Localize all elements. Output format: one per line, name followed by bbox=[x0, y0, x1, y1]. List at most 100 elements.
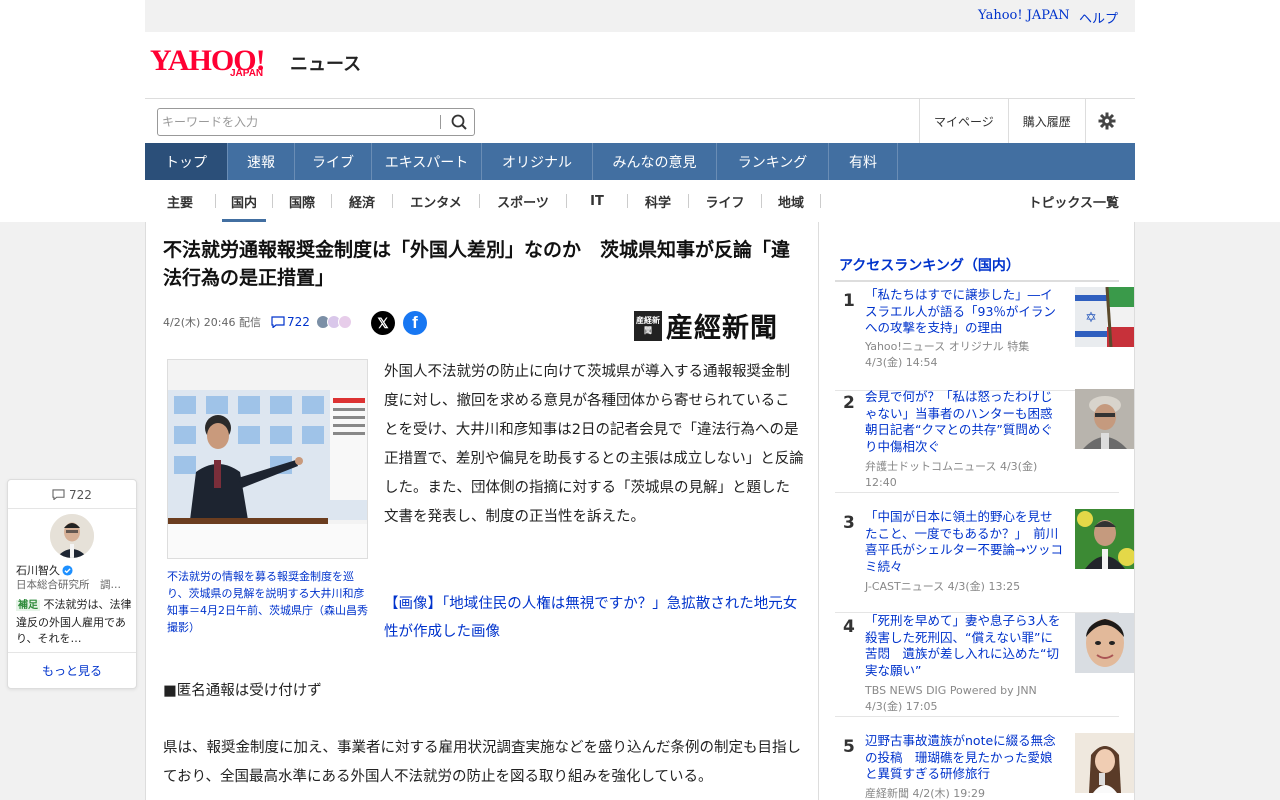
expert-name[interactable]: 石川智久 bbox=[16, 562, 73, 578]
publisher-name: 産經新聞 bbox=[666, 313, 778, 344]
expert-name-text: 石川智久 bbox=[16, 564, 60, 577]
cat-science[interactable]: 科学 bbox=[628, 180, 688, 222]
main-nav: トップ 速報 ライブ エキスパート オリジナル みんなの意見 ランキング 有料 bbox=[145, 143, 1135, 180]
settings-button[interactable] bbox=[1084, 99, 1129, 143]
expert-comment-count[interactable]: 722 bbox=[8, 488, 136, 502]
rank-source: TBS NEWS DIG Powered by JNN bbox=[865, 684, 1037, 697]
publisher-logo[interactable]: 産経新聞 産經新聞 bbox=[634, 306, 778, 345]
nav-original[interactable]: オリジナル bbox=[482, 143, 593, 180]
commenter-avatars bbox=[315, 315, 352, 329]
rank-thumbnail[interactable] bbox=[1075, 509, 1134, 569]
cat-entertainment[interactable]: エンタメ bbox=[393, 180, 479, 222]
verified-icon bbox=[62, 564, 73, 576]
cat-international[interactable]: 国際 bbox=[273, 180, 331, 222]
x-share-button[interactable]: 𝕏 bbox=[371, 311, 395, 335]
rank-time: 12:40 bbox=[865, 476, 897, 489]
rank-title[interactable]: 「死刑を早めて」妻や息子ら3人を殺害した死刑囚、“償えない罪”に苦悶 遺族が差し… bbox=[865, 613, 1063, 679]
rank-time: 4/3(金) 17:05 bbox=[865, 700, 938, 713]
rank-time: 4/3(金) 14:54 bbox=[865, 356, 938, 369]
expert-avatar-image bbox=[50, 514, 94, 558]
article-meta: 4/2(木) 20:46 配信 722 bbox=[163, 314, 352, 330]
nav-breaking[interactable]: 速報 bbox=[228, 143, 295, 180]
article: 不法就労通報報奨金制度は「外国人差別」なのか 茨城県知事が反論「違法行為の是正措… bbox=[145, 222, 819, 800]
facebook-share-button[interactable]: f bbox=[403, 311, 427, 335]
ranking-sidebar: アクセスランキング（国内） 1 「私たちはすでに譲歩した」―イスラエル人が語る「… bbox=[819, 222, 1135, 800]
help-link[interactable]: ヘルプ bbox=[1079, 8, 1118, 27]
ranking-item[interactable]: 1 「私たちはすでに譲歩した」―イスラエル人が語る「93％がイランへの攻撃を支持… bbox=[835, 287, 1134, 391]
cat-main[interactable]: 主要 bbox=[145, 180, 215, 222]
rank-thumbnail[interactable] bbox=[1075, 389, 1134, 449]
cat-local[interactable]: 地域 bbox=[762, 180, 820, 222]
search-button[interactable] bbox=[446, 111, 472, 133]
speaker-portrait-image bbox=[1075, 509, 1134, 569]
avatar[interactable] bbox=[50, 514, 94, 558]
yahoo-news-logo[interactable]: YAHOO! JAPAN ニュース bbox=[150, 46, 361, 80]
yahoo-logo-japan: JAPAN bbox=[230, 68, 264, 79]
article-title: 不法就労通報報奨金制度は「外国人差別」なのか 茨城県知事が反論「違法行為の是正措… bbox=[163, 239, 791, 289]
hunter-portrait-image bbox=[1075, 389, 1134, 449]
photo-caption[interactable]: 不法就労の情報を募る報奨金制度を巡り、茨城県の見解を説明する大井川和彦知事＝4月… bbox=[167, 568, 368, 636]
supplement-badge: 補足 bbox=[16, 600, 40, 611]
press-conference-image bbox=[168, 360, 367, 558]
comment-icon bbox=[271, 316, 285, 328]
rank-thumbnail[interactable] bbox=[1075, 733, 1134, 793]
expert-comment-card[interactable]: 722 石川智久 日本総合研究所 調… 補足 不法就労は、法律違反の外国人雇用で… bbox=[7, 479, 137, 689]
article-photo[interactable] bbox=[167, 359, 368, 559]
section-heading: ■匿名通報は受け付けず bbox=[163, 683, 322, 699]
ranking-divider bbox=[835, 280, 1119, 282]
ranking-title[interactable]: アクセスランキング（国内） bbox=[839, 255, 1020, 275]
nav-ranking[interactable]: ランキング bbox=[717, 143, 829, 180]
nav-top[interactable]: トップ bbox=[145, 143, 228, 180]
rank-source: Yahoo!ニュース オリジナル 特集 bbox=[865, 340, 1030, 353]
rank-thumbnail[interactable] bbox=[1075, 613, 1134, 673]
rank-number: 2 bbox=[843, 393, 855, 413]
rank-number: 4 bbox=[843, 617, 855, 637]
cat-divider bbox=[215, 194, 216, 208]
see-more-button[interactable]: もっと見る bbox=[8, 652, 136, 688]
svg-text:✡: ✡ bbox=[1085, 310, 1097, 326]
topics-list-link[interactable]: トピックス一覧 bbox=[1028, 180, 1119, 222]
ranking-item[interactable]: 4 「死刑を早めて」妻や息子ら3人を殺害した死刑囚、“償えない罪”に苦悶 遺族が… bbox=[835, 613, 1134, 717]
cat-it[interactable]: IT bbox=[567, 180, 627, 222]
account-links: マイページ 購入履歴 bbox=[919, 99, 1129, 143]
girl-portrait-image bbox=[1075, 733, 1134, 793]
facebook-icon: f bbox=[412, 313, 418, 332]
nav-opinions[interactable]: みんなの意見 bbox=[593, 143, 717, 180]
rank-number: 5 bbox=[843, 737, 855, 757]
utility-bar: Yahoo! JAPAN ヘルプ bbox=[145, 0, 1135, 32]
news-logo-text: ニュース bbox=[290, 54, 362, 75]
ranking-item[interactable]: 5 辺野古事故遺族がnoteに綴る無念の投稿 珊瑚礁を見たかった愛娘と異質すぎる… bbox=[835, 733, 1134, 800]
rank-title[interactable]: 「私たちはすでに譲歩した」―イスラエル人が語る「93％がイランへの攻撃を支持」の… bbox=[865, 287, 1063, 337]
flags-image: ✡ bbox=[1075, 287, 1134, 347]
rank-title[interactable]: 会見で何が？「私は怒ったわけじゃない」当事者のハンターも困惑 朝日記者“クマとの… bbox=[865, 389, 1063, 455]
nav-expert[interactable]: エキスパート bbox=[372, 143, 482, 180]
cat-economy[interactable]: 経済 bbox=[332, 180, 392, 222]
yahoo-japan-link[interactable]: Yahoo! JAPAN bbox=[978, 8, 1070, 23]
mypage-link[interactable]: マイページ bbox=[919, 99, 1008, 143]
search-row: マイページ 購入履歴 bbox=[145, 98, 1135, 143]
ranking-item[interactable]: 3 「中国が日本に領土的野心を見せたこと、一度でもあるか？」 前川喜平氏がシェル… bbox=[835, 509, 1134, 613]
x-icon: 𝕏 bbox=[377, 314, 389, 331]
search-box bbox=[157, 108, 475, 136]
rank-source: J-CASTニュース 4/3(金) 13:25 bbox=[865, 580, 1021, 593]
article-date: 4/2(木) 20:46 配信 bbox=[163, 316, 261, 329]
rank-title[interactable]: 「中国が日本に領土的野心を見せたこと、一度でもあるか？」 前川喜平氏がシェルター… bbox=[865, 509, 1063, 575]
nav-live[interactable]: ライブ bbox=[295, 143, 372, 180]
article-body: 県は、報奨金制度に加え、事業者に対する雇用状況調査実施などを盛り込んだ条例の制定… bbox=[163, 740, 801, 785]
cat-domestic[interactable]: 国内 bbox=[222, 180, 266, 222]
cat-sports[interactable]: スポーツ bbox=[480, 180, 566, 222]
comment-count-link[interactable]: 722 bbox=[271, 315, 310, 329]
image-link[interactable]: 【画像】「地域住民の人権は無視ですか？」急拡散された地元女性が作成した画像 bbox=[384, 590, 804, 646]
nav-paid[interactable]: 有料 bbox=[829, 143, 898, 180]
rank-thumbnail[interactable]: ✡ bbox=[1075, 287, 1134, 347]
publisher-seal: 産経新聞 bbox=[634, 310, 662, 341]
cat-life[interactable]: ライフ bbox=[689, 180, 761, 222]
ranking-item[interactable]: 2 会見で何が？「私は怒ったわけじゃない」当事者のハンターも困惑 朝日記者“クマ… bbox=[835, 389, 1134, 493]
search-icon bbox=[451, 114, 467, 130]
avatar bbox=[337, 315, 352, 329]
rank-source: 弁護士ドットコムニュース 4/3(金) bbox=[865, 460, 1038, 473]
expert-organization: 日本総合研究所 調… bbox=[16, 579, 121, 591]
purchase-history-link[interactable]: 購入履歴 bbox=[1007, 99, 1085, 143]
search-input[interactable] bbox=[162, 111, 434, 133]
rank-title[interactable]: 辺野古事故遺族がnoteに綴る無念の投稿 珊瑚礁を見たかった愛娘と異質すぎる研修… bbox=[865, 733, 1063, 783]
